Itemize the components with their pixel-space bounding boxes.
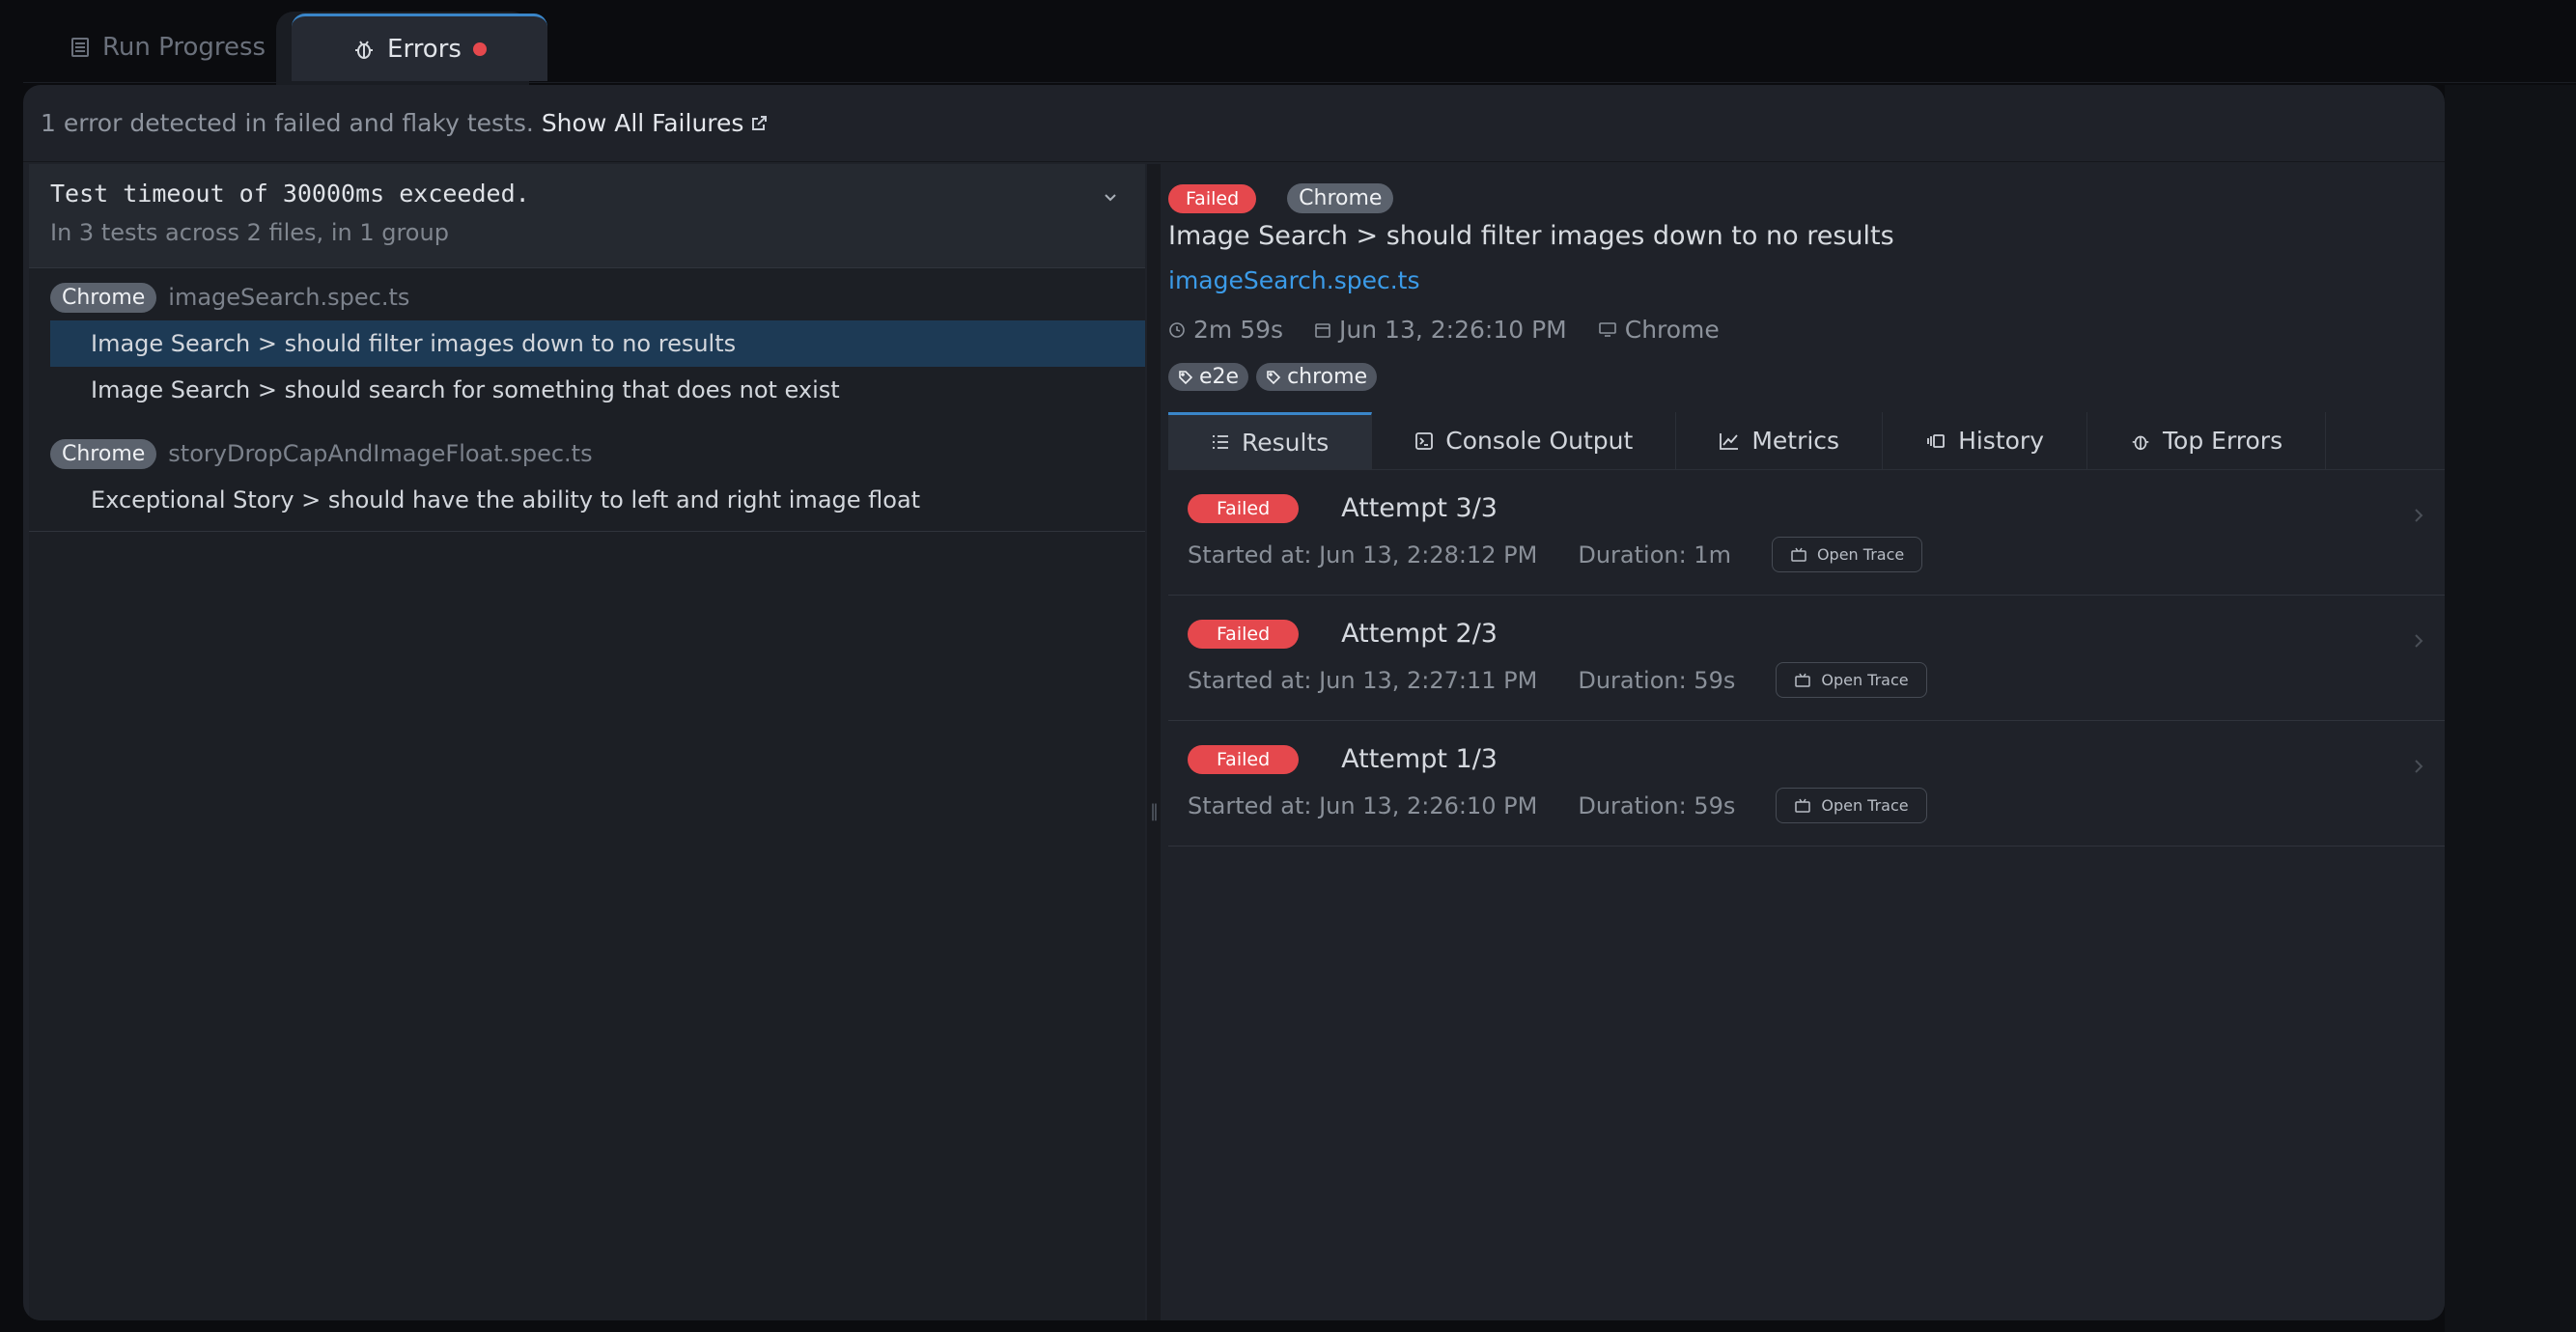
test-detail-pane: Failed Chrome Image Search > should filt… xyxy=(1161,164,2445,1320)
attempt-started: Started at: Jun 13, 2:28:12 PM xyxy=(1188,541,1538,569)
tab-errors[interactable]: Errors xyxy=(292,14,547,81)
spec-file-link[interactable]: imageSearch.spec.ts xyxy=(1168,266,2445,294)
tag-list: e2e chrome xyxy=(1168,363,2445,391)
chevron-right-icon xyxy=(2415,760,2423,773)
tab-console-output[interactable]: Console Output xyxy=(1372,412,1677,469)
browser-badge: Chrome xyxy=(50,438,157,469)
duration-meta: 2m 59s xyxy=(1168,316,1283,344)
browser-badge: Chrome xyxy=(1287,183,1394,213)
error-group-list: Test timeout of 30000ms exceeded. In 3 t… xyxy=(29,164,1145,1320)
attempt-duration: Duration: 59s xyxy=(1578,666,1736,694)
tab-console-output-label: Console Output xyxy=(1445,427,1634,455)
bug-icon xyxy=(355,40,374,59)
attempt-duration: Duration: 59s xyxy=(1578,791,1736,819)
test-title: Image Search > should filter images down… xyxy=(1168,221,1894,251)
tab-errors-label: Errors xyxy=(387,34,462,64)
attempt-title: Attempt 1/3 xyxy=(1341,744,1498,774)
status-badge: Failed xyxy=(1188,744,1300,774)
history-icon xyxy=(1927,433,1945,448)
trace-icon xyxy=(1795,673,1811,687)
tag-label: chrome xyxy=(1287,365,1368,389)
tag-label: e2e xyxy=(1199,365,1240,389)
attempt-started: Started at: Jun 13, 2:27:11 PM xyxy=(1188,666,1538,694)
error-group-header[interactable]: Test timeout of 30000ms exceeded. In 3 t… xyxy=(29,164,1145,268)
attempt-started: Started at: Jun 13, 2:26:10 PM xyxy=(1188,791,1538,819)
external-link-icon xyxy=(752,115,768,130)
tab-top-errors[interactable]: Top Errors xyxy=(2087,412,2327,469)
tag-icon xyxy=(1179,370,1193,384)
errors-panel: 1 error detected in failed and flaky tes… xyxy=(23,85,2445,1320)
platform-meta: Chrome xyxy=(1598,316,1720,344)
trace-icon xyxy=(1795,798,1811,813)
detail-badges: Failed Chrome xyxy=(1168,183,2445,213)
clock-icon xyxy=(1169,321,1185,338)
attempt-title: Attempt 3/3 xyxy=(1341,493,1498,523)
duration-value: 2m 59s xyxy=(1193,316,1284,344)
chevron-right-icon xyxy=(2415,634,2423,648)
error-group-subtitle: In 3 tests across 2 files, in 1 group xyxy=(50,219,449,246)
calendar-icon xyxy=(1315,322,1330,338)
chevron-right-icon xyxy=(2415,509,2423,522)
test-row-selected[interactable]: Image Search > should filter images down… xyxy=(50,320,1145,367)
summary-bar: 1 error detected in failed and flaky tes… xyxy=(23,85,2445,162)
terminal-icon xyxy=(1415,431,1434,450)
date-meta: Jun 13, 2:26:10 PM xyxy=(1314,316,1567,344)
file-name: imageSearch.spec.ts xyxy=(168,284,410,311)
file-row: Chrome storyDropCapAndImageFloat.spec.ts xyxy=(29,430,1145,477)
monitor-icon xyxy=(1598,321,1616,337)
tab-results[interactable]: Results xyxy=(1168,412,1373,469)
drag-handle-icon: ‖ xyxy=(1150,801,1159,821)
status-badge: Failed xyxy=(1188,619,1300,649)
list-divider xyxy=(29,531,1145,532)
background-overlay xyxy=(2445,85,2576,1332)
tab-metrics[interactable]: Metrics xyxy=(1676,412,1884,469)
resize-handle[interactable]: ‖ xyxy=(1147,164,1161,1320)
status-badge: Failed xyxy=(1168,183,1257,213)
list-icon xyxy=(71,38,89,57)
show-all-failures-label: Show All Failures xyxy=(541,109,744,137)
open-trace-button[interactable]: Open Trace xyxy=(1776,788,1927,823)
platform-value: Chrome xyxy=(1624,316,1720,344)
tag-chip[interactable]: e2e xyxy=(1168,363,1249,391)
test-row[interactable]: Exceptional Story > should have the abil… xyxy=(29,477,1145,523)
show-all-failures-link[interactable]: Show All Failures xyxy=(542,109,770,137)
attempt-row[interactable]: Failed Attempt 2/3 Started at: Jun 13, 2… xyxy=(1168,596,2445,721)
tag-chip[interactable]: chrome xyxy=(1256,363,1378,391)
attempt-title: Attempt 2/3 xyxy=(1341,619,1498,649)
test-meta: 2m 59s Jun 13, 2:26:10 PM Chrome xyxy=(1168,316,2445,344)
error-indicator-dot xyxy=(472,42,487,56)
attempt-row[interactable]: Failed Attempt 3/3 Started at: Jun 13, 2… xyxy=(1168,470,2445,596)
status-badge: Failed xyxy=(1188,493,1300,523)
tab-top-errors-label: Top Errors xyxy=(2163,427,2283,455)
date-value: Jun 13, 2:26:10 PM xyxy=(1339,316,1567,344)
tab-run-progress-label: Run Progress xyxy=(102,33,266,62)
tag-icon xyxy=(1267,370,1281,384)
bug-icon xyxy=(2132,435,2149,450)
trace-icon xyxy=(1791,547,1806,562)
file-row: Chrome imageSearch.spec.ts xyxy=(29,274,1145,320)
list-icon xyxy=(1213,435,1228,449)
attempt-duration: Duration: 1m xyxy=(1578,541,1731,569)
open-trace-button[interactable]: Open Trace xyxy=(1776,662,1927,698)
detail-tabs: Results Console Output Metrics History T… xyxy=(1168,412,2445,470)
browser-badge: Chrome xyxy=(50,282,157,313)
open-trace-label: Open Trace xyxy=(1816,545,1905,564)
tab-history[interactable]: History xyxy=(1883,412,2088,469)
attempt-row[interactable]: Failed Attempt 1/3 Started at: Jun 13, 2… xyxy=(1168,721,2445,846)
test-row[interactable]: Image Search > should search for somethi… xyxy=(29,367,1145,413)
tab-metrics-label: Metrics xyxy=(1751,427,1840,455)
open-trace-label: Open Trace xyxy=(1821,796,1909,815)
summary-text: 1 error detected in failed and flaky tes… xyxy=(41,109,534,137)
error-group-title: Test timeout of 30000ms exceeded. xyxy=(50,180,530,208)
chart-icon xyxy=(1720,432,1739,450)
file-name: storyDropCapAndImageFloat.spec.ts xyxy=(168,440,593,467)
open-trace-button[interactable]: Open Trace xyxy=(1771,537,1923,572)
chevron-down-icon[interactable] xyxy=(1101,187,1120,207)
open-trace-label: Open Trace xyxy=(1821,671,1909,689)
tab-history-label: History xyxy=(1958,427,2045,455)
tab-run-progress[interactable]: Run Progress xyxy=(46,14,289,81)
tab-results-label: Results xyxy=(1242,428,1330,457)
